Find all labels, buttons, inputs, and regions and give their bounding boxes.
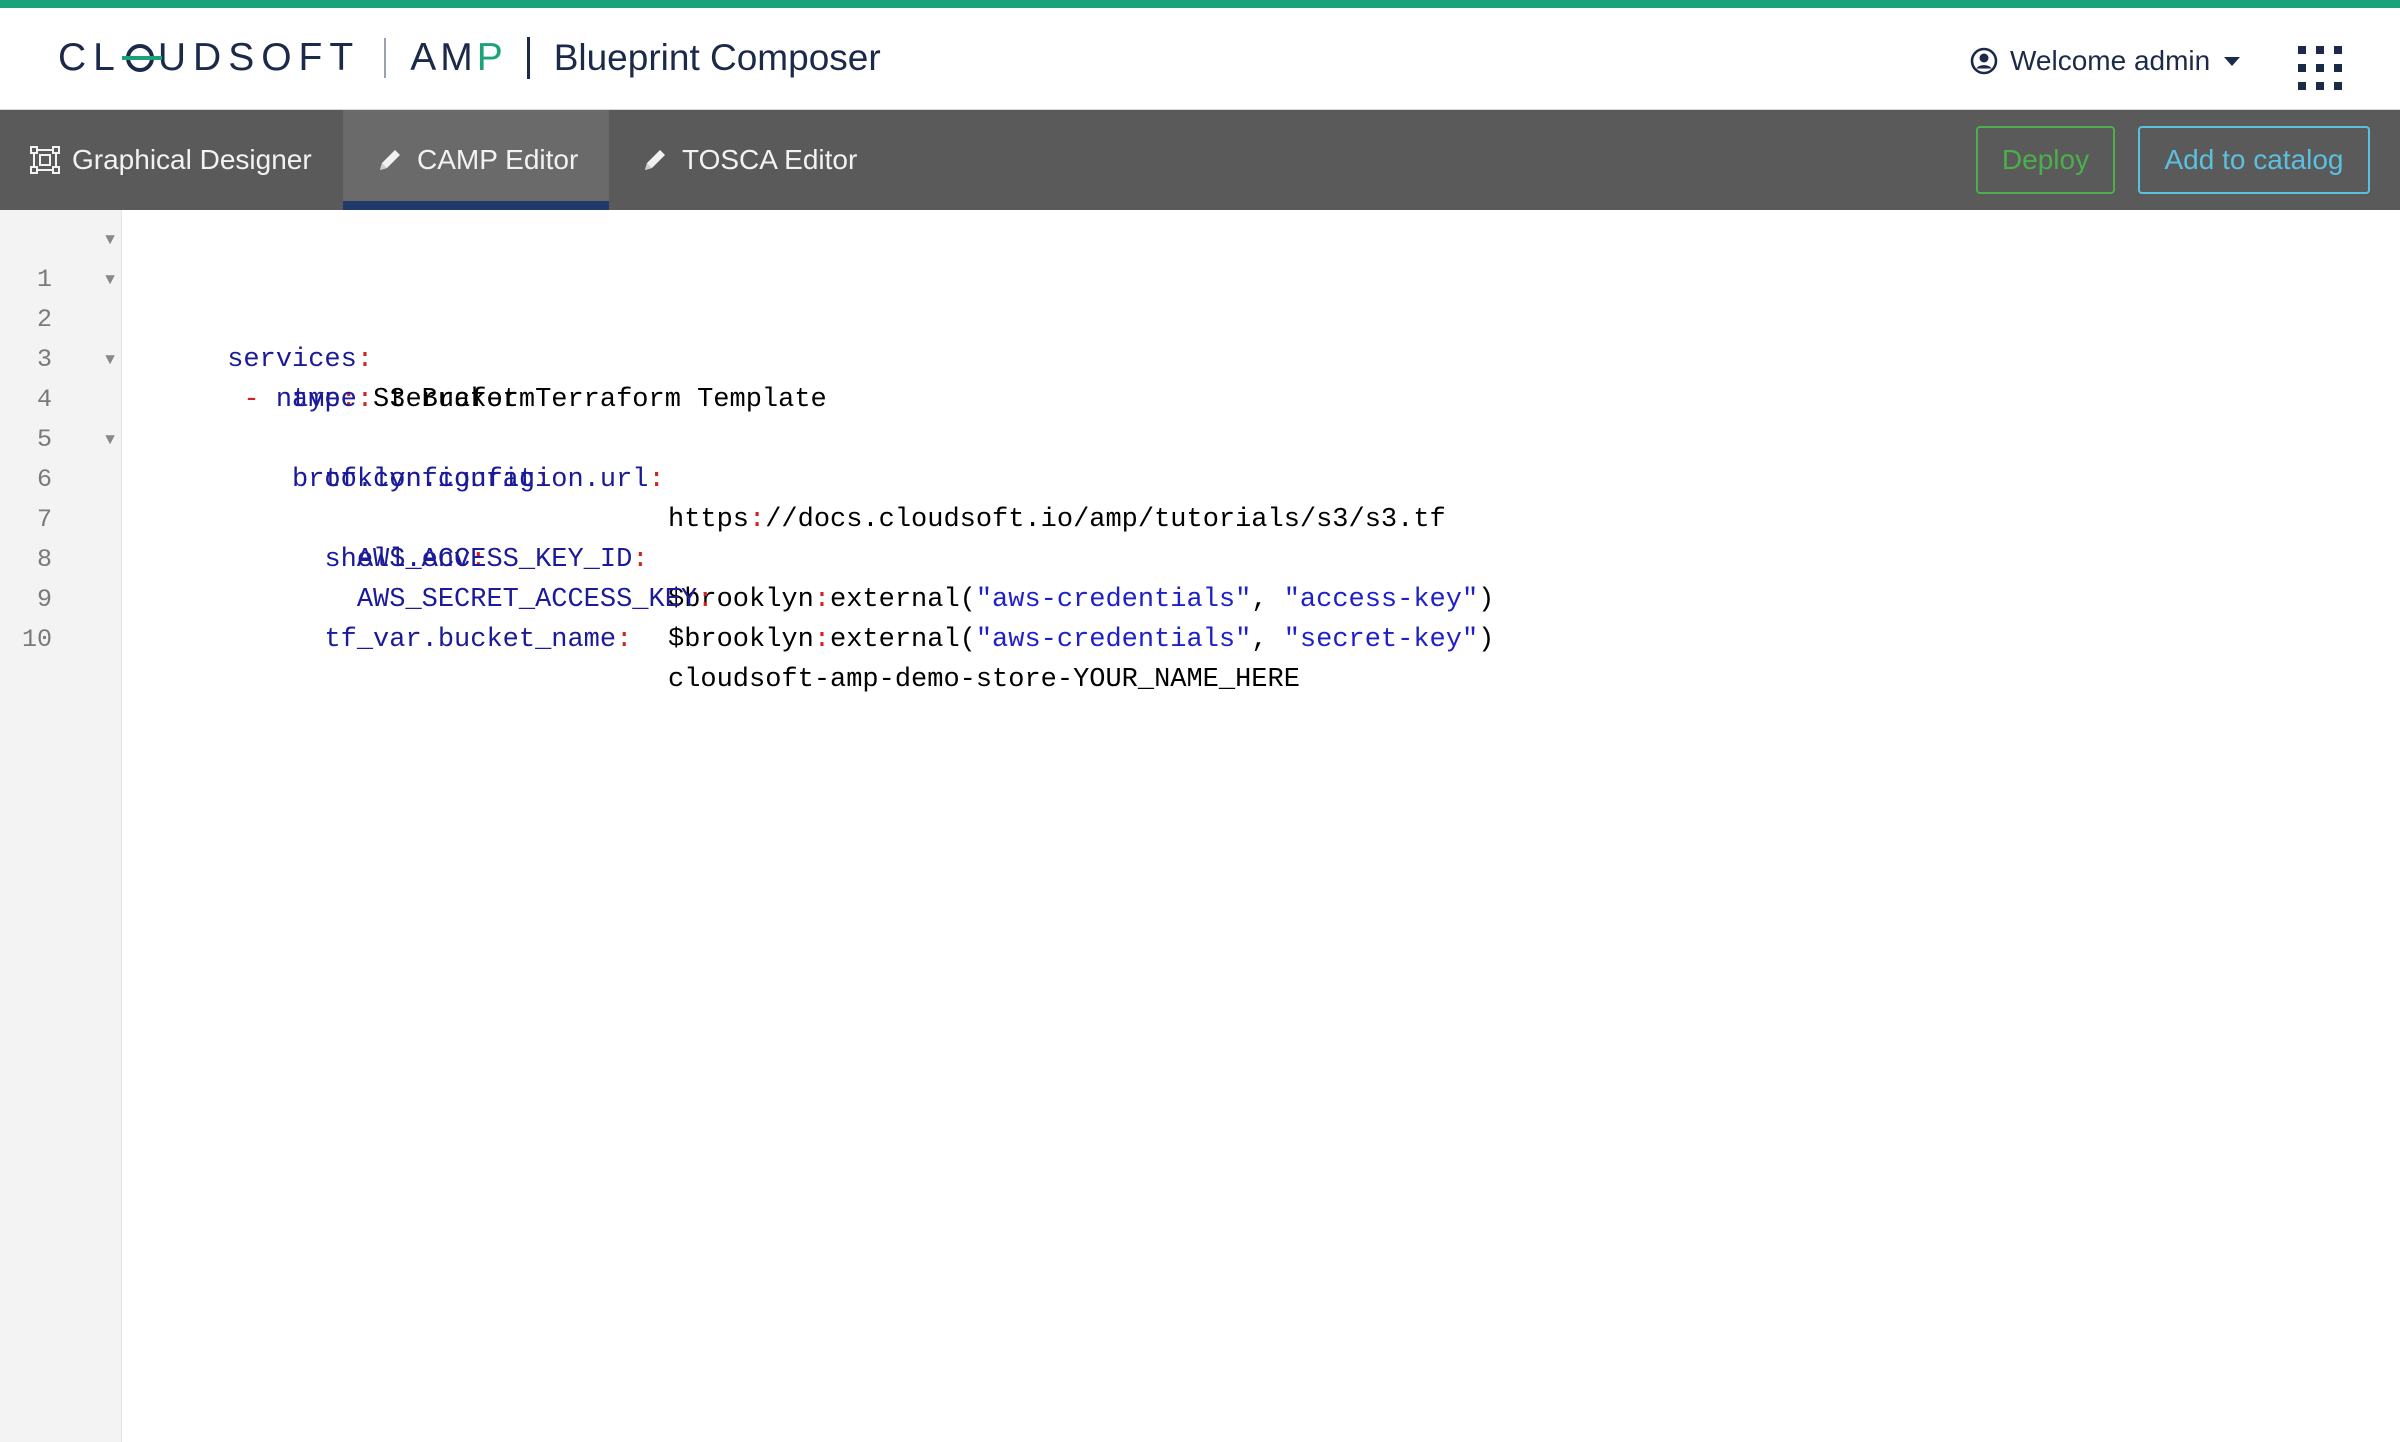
- dsl-sep: ,: [1251, 625, 1284, 655]
- line-number: 2: [36, 305, 52, 334]
- logo-amp: AMP: [410, 36, 507, 80]
- grid-dot: [2316, 64, 2324, 72]
- cloudsoft-amp-logo[interactable]: CL UDSOFT AMP Blueprint Composer: [58, 36, 881, 80]
- fold-arrow-icon[interactable]: ▼: [102, 340, 118, 380]
- dsl-colon: :: [813, 625, 831, 655]
- fold-arrow-icon[interactable]: ▼: [102, 220, 118, 260]
- code-line: 1 ▼ services:: [37, 220, 2400, 375]
- line-number: 8: [36, 545, 52, 574]
- title-separator: [526, 37, 530, 79]
- add-to-catalog-button[interactable]: Add to catalog: [2138, 126, 2370, 194]
- grid-dot: [2316, 82, 2324, 90]
- code-line: 5 tf.configuration.url: https://docs.clo…: [37, 380, 2400, 535]
- yaml-colon: :: [616, 625, 633, 655]
- yaml-value: cloudsoft-amp-demo-store-YOUR_NAME_HERE: [668, 665, 1300, 695]
- line-number: 4: [36, 385, 52, 414]
- code-line: 6 ▼ shell.env:: [37, 420, 2400, 575]
- logo-word-right: UDSOFT: [157, 36, 361, 79]
- code-line: 2 ▼ - name: S3 Bucket Terraform Template: [37, 260, 2400, 415]
- line-number: 1: [36, 265, 52, 294]
- line-number: 6: [36, 465, 52, 494]
- code-line: 9 tf_var.bucket_name: cloudsoft-amp-demo…: [37, 540, 2400, 695]
- code-line: 4 ▼ brooklyn.config:: [37, 340, 2400, 495]
- line-number: 5: [36, 425, 52, 454]
- designer-frame-icon: [30, 146, 60, 174]
- logo-separator: [384, 38, 387, 78]
- app-launcher-grid-icon[interactable]: [2298, 46, 2342, 90]
- line-number: 10: [21, 625, 52, 654]
- grid-dot: [2334, 46, 2342, 54]
- grid-dot: [2334, 64, 2342, 72]
- logo-amp-p: P: [476, 36, 507, 79]
- fold-arrow-icon[interactable]: ▼: [102, 260, 118, 300]
- line-number: 7: [36, 505, 52, 534]
- code-line: 10: [22, 580, 2400, 654]
- chevron-down-icon: [2224, 56, 2241, 66]
- app-header: CL UDSOFT AMP Blueprint Composer Welcome…: [0, 8, 2400, 110]
- dsl-prefix: $brooklyn: [668, 625, 814, 655]
- grid-dot: [2298, 82, 2306, 90]
- grid-dot: [2316, 46, 2324, 54]
- editor-toolbar: Graphical Designer CAMP Editor TOSCA Edi…: [0, 110, 2400, 210]
- top-accent-bar: [0, 0, 2400, 8]
- deploy-button[interactable]: Deploy: [1976, 126, 2115, 194]
- fold-arrow-icon[interactable]: ▼: [102, 420, 118, 460]
- tab-tosca-editor[interactable]: TOSCA Editor: [640, 110, 857, 210]
- grid-dot: [2334, 82, 2342, 90]
- logo-word-left: CL: [58, 36, 122, 79]
- tab-label: TOSCA Editor: [682, 144, 858, 175]
- yaml-value: $brooklyn:external("aws-credentials", "s…: [668, 620, 1494, 660]
- product-title: Blueprint Composer: [553, 37, 881, 78]
- line-number: 3: [36, 345, 52, 374]
- dsl-arg: "secret-key": [1283, 625, 1479, 655]
- tab-label: CAMP Editor: [417, 144, 579, 175]
- dsl-arg: "aws-credentials": [975, 625, 1252, 655]
- yaml-code-editor[interactable]: 1 ▼ services: 2 ▼ - name: S3 Bucket Terr…: [0, 210, 2400, 1442]
- code-line: 7 AWS_ACCESS_KEY_ID: $brooklyn:external(…: [37, 460, 2400, 615]
- line-number: 9: [36, 585, 52, 614]
- dsl-close: ): [1478, 625, 1495, 655]
- code-line: 8 AWS_SECRET_ACCESS_KEY: $brooklyn:exter…: [37, 500, 2400, 655]
- user-welcome-label: Welcome admin: [2010, 45, 2211, 76]
- pencil-icon: [380, 150, 400, 170]
- tab-label: Graphical Designer: [72, 144, 312, 175]
- grid-dot: [2298, 64, 2306, 72]
- dsl-function: external(: [830, 625, 976, 655]
- code-line: 3 type: terraform: [37, 300, 2400, 415]
- grid-dot: [2298, 46, 2306, 54]
- logo-amp-text: AM: [410, 36, 477, 79]
- user-menu[interactable]: Welcome admin: [1970, 44, 2241, 78]
- tab-graphical-designer[interactable]: Graphical Designer: [30, 110, 332, 210]
- logo-o-icon: [121, 44, 162, 72]
- tab-camp-editor[interactable]: CAMP Editor: [343, 110, 609, 210]
- pencil-icon: [645, 150, 665, 170]
- code-area[interactable]: 1 ▼ services: 2 ▼ - name: S3 Bucket Terr…: [22, 220, 2400, 695]
- yaml-key: tf_var.bucket_name: [324, 625, 617, 655]
- user-circle-icon: [1970, 47, 1998, 75]
